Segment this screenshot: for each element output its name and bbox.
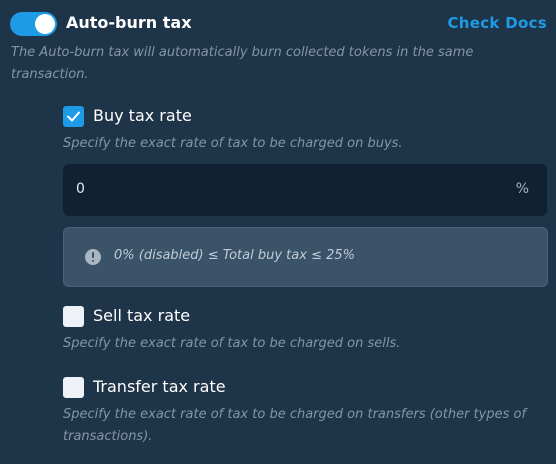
check-docs-link[interactable]: Check Docs: [447, 14, 547, 32]
buy-tax-description: Specify the exact rate of tax to be char…: [63, 136, 403, 151]
transfer-tax-description: Specify the exact rate of tax to be char…: [63, 407, 527, 444]
sell-tax-checkbox[interactable]: [63, 306, 84, 327]
transfer-tax-checkbox[interactable]: [63, 377, 84, 398]
buy-tax-notice: 0% (disabled) ≤ Total buy tax ≤ 25%: [63, 227, 548, 287]
section-description: The Auto-burn tax will automatically bur…: [11, 45, 474, 82]
buy-tax-notice-text: 0% (disabled) ≤ Total buy tax ≤ 25%: [114, 248, 355, 263]
sell-tax-label[interactable]: Sell tax rate: [93, 306, 190, 325]
section-title: Auto-burn tax: [66, 13, 192, 32]
toggle-knob: [35, 14, 55, 34]
auto-burn-header: Auto-burn tax Check Docs: [10, 10, 548, 38]
percent-suffix: %: [515, 181, 529, 197]
buy-tax-checkbox[interactable]: [63, 106, 84, 127]
checkmark-icon: [67, 111, 80, 122]
sell-tax-description: Specify the exact rate of tax to be char…: [63, 336, 401, 351]
buy-tax-label[interactable]: Buy tax rate: [93, 106, 192, 125]
info-icon: [85, 249, 101, 265]
buy-tax-input[interactable]: 0 %: [63, 164, 547, 216]
buy-tax-input-value: 0: [76, 181, 85, 197]
auto-burn-toggle[interactable]: [10, 12, 57, 36]
transfer-tax-label[interactable]: Transfer tax rate: [93, 377, 226, 396]
